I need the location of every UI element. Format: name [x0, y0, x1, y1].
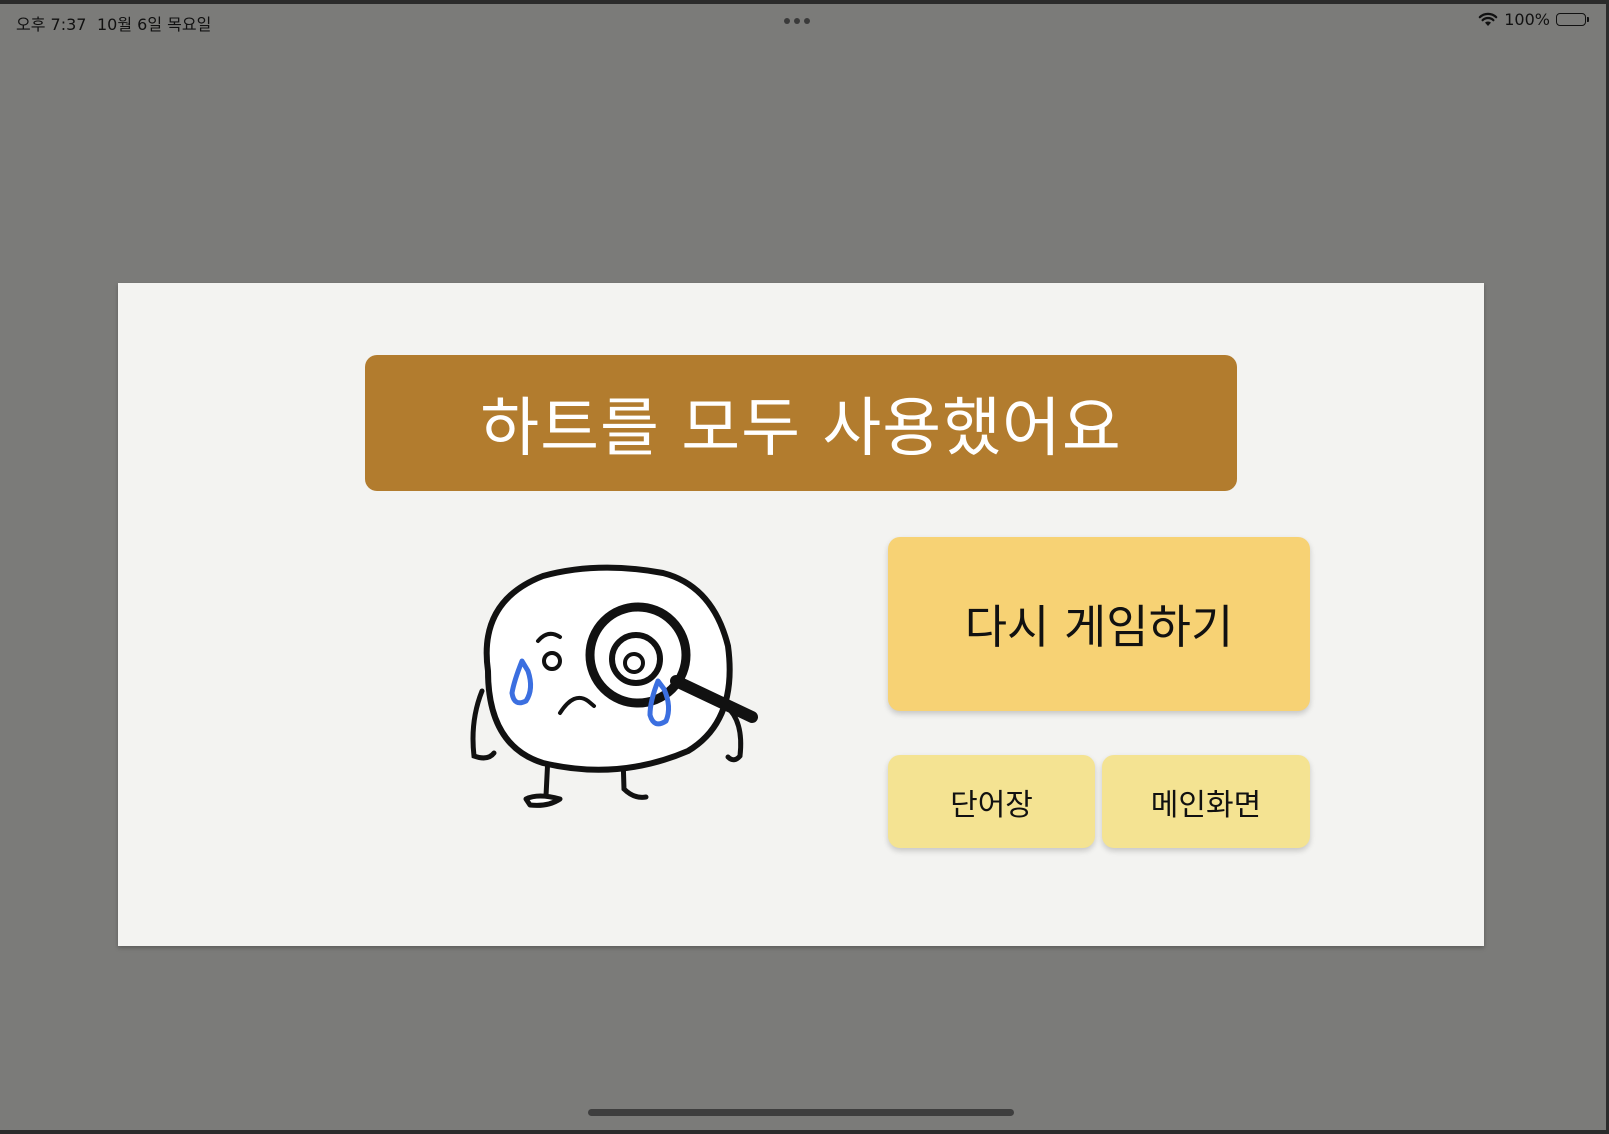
main-screen-label: 메인화면	[1150, 787, 1262, 823]
wifi-icon	[1478, 12, 1498, 27]
battery-icon	[1556, 13, 1589, 26]
retry-game-button[interactable]: 다시 게임하기	[888, 537, 1310, 711]
dialog-title-banner: 하트를 모두 사용했어요	[365, 355, 1237, 491]
battery-percent: 100%	[1504, 10, 1550, 29]
status-time: 오후 7:37	[16, 15, 87, 34]
home-indicator[interactable]	[588, 1109, 1014, 1116]
vocabulary-label: 단어장	[950, 787, 1033, 823]
main-screen-button[interactable]: 메인화면	[1102, 755, 1310, 848]
crying-mascot-illustration	[448, 551, 768, 811]
status-indicators: 100%	[1478, 10, 1589, 29]
multitasking-dots-icon[interactable]	[784, 18, 810, 24]
retry-game-label: 다시 게임하기	[964, 600, 1234, 654]
dialog-title: 하트를 모두 사용했어요	[480, 392, 1122, 466]
status-date: 10월 6일 목요일	[97, 15, 212, 34]
status-bar: 오후 7:37 10월 6일 목요일 100%	[0, 4, 1606, 44]
vocabulary-button[interactable]: 단어장	[888, 755, 1095, 848]
app-screen: 오후 7:37 10월 6일 목요일 100% 하트를 모두 사용했어요 다시 …	[0, 4, 1606, 1130]
game-over-dialog: 하트를 모두 사용했어요 다시 게임하기 단어장 메인화면	[118, 283, 1484, 946]
